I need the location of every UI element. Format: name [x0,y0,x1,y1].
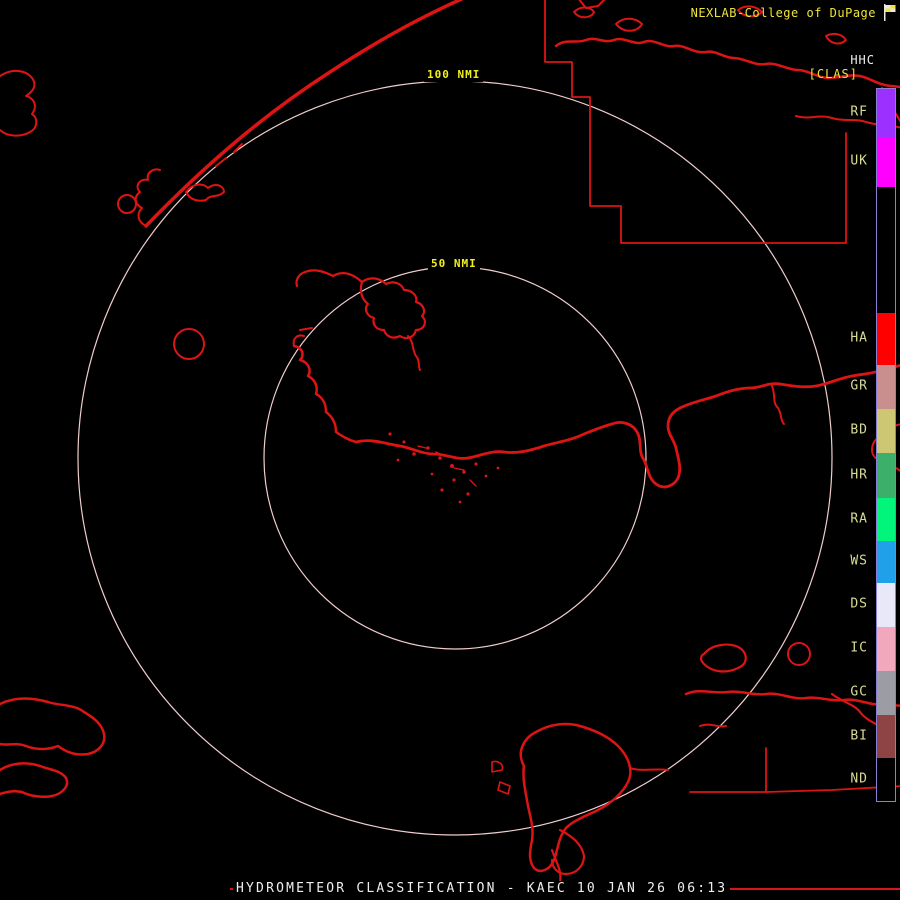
boundary-steps-ne [544,0,847,244]
colorbar-label-ha: HA [850,330,868,346]
islet-bottom-1 [491,760,504,773]
island-ne-2 [615,17,643,32]
colorbar-segment-ra [877,498,895,541]
island-nw-cluster [185,183,225,202]
lake-circle-se [787,642,811,666]
coastline-west-shore [292,344,358,444]
colorbar-label-ic: IC [850,640,868,656]
colorbar-segment-ic [877,627,895,671]
colorbar-segment-gap [877,187,895,313]
colorbar-segment-ds [877,583,895,627]
colorbar-label-hr: HR [850,467,868,482]
radar-display: 100 NMI 50 NMI NEXLAB-College of DuPage … [0,0,900,900]
island-se [699,643,747,673]
island-ne-1 [573,6,595,19]
flag-icon [884,4,896,21]
colorbar-label-ws: WS [850,553,868,569]
coastline-south-shore [354,422,614,460]
colorbar-segment-gr [877,365,895,409]
colorbar-segment-ha [877,313,895,365]
lake-circle-small [117,194,137,214]
map-outlines [0,0,900,884]
colorbar-label-uk: UK [850,153,868,169]
colorbar-labels: RF UK HA GR BD HR RA WS DS IC GC BI ND [822,0,868,900]
coastline-mid-west-line [295,269,364,288]
colorbar-segment-bi [877,715,895,758]
colorbar-label-nd: ND [850,771,868,786]
colorbar-segment-hr [877,453,895,498]
island-topleft-corner [0,70,38,137]
coastline-left-lower-blob [0,762,69,799]
colorbar-label-rf: RF [850,104,868,120]
radar-map [0,0,900,884]
colorbar-segment-ws [877,541,895,583]
coastline-nw-arc [144,0,464,228]
colorbar-label-gc: GC [850,684,868,700]
coastline-left-upper-blob [0,697,106,756]
colorbar-segment-gc [877,671,895,715]
colorbar-label-ra: RA [850,511,868,526]
range-ring-label-50nmi: 50 NMI [428,256,480,271]
colorbar [876,88,896,802]
colorbar-segment-rf [877,89,895,137]
product-title: HYDROMETEOR CLASSIFICATION - KAEC 10 JAN… [233,881,731,896]
colorbar-segment-bd [877,409,895,453]
colorbar-label-bd: BD [850,422,868,438]
colorbar-label-gr: GR [850,378,868,394]
coastline-mid-spur [407,335,421,371]
landmass-bottom-blob [519,722,632,872]
colorbar-label-ds: DS [850,596,868,612]
radar-clutter-speckles [388,432,500,504]
range-ring-label-100nmi: 100 NMI [424,67,484,82]
colorbar-segment-uk [877,137,895,187]
colorbar-segment-nd [877,758,895,801]
coastline-east-dangle [771,385,785,425]
lake-circle-large [173,328,205,360]
islet-bottom-2 [497,781,511,795]
colorbar-label-bi: BI [850,728,868,743]
coastline-bottom-right-line [629,767,669,771]
boundary-steps-se [689,747,900,793]
